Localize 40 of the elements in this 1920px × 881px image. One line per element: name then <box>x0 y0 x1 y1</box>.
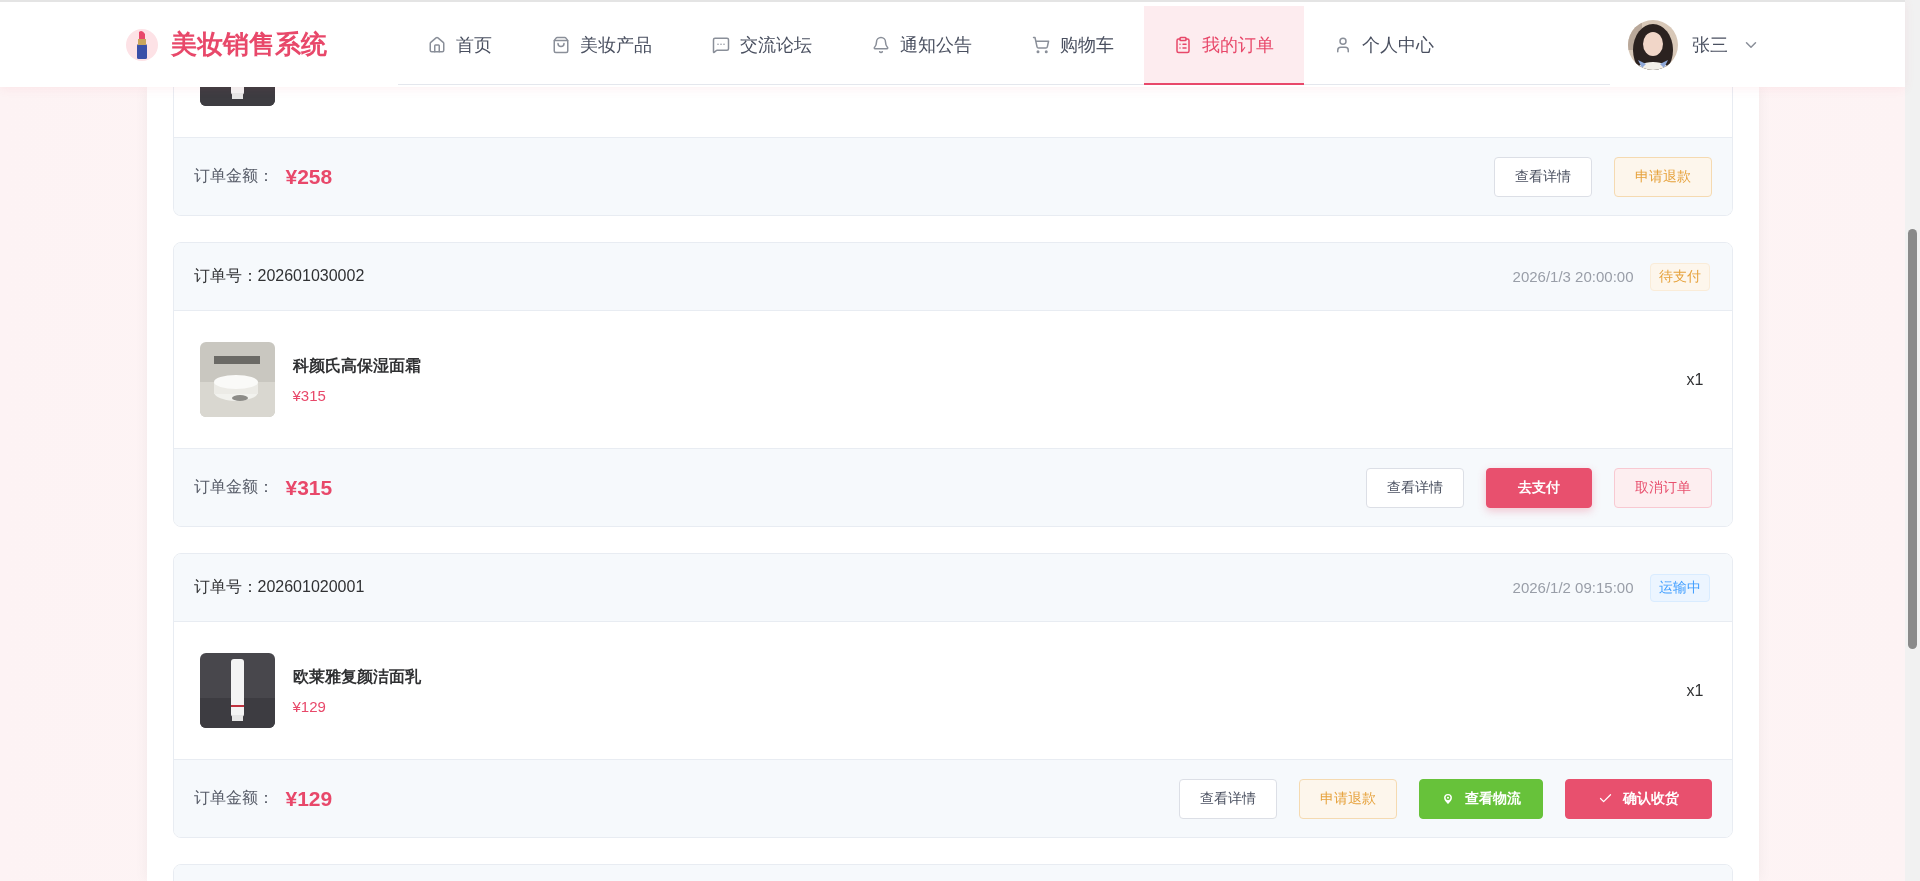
status-tag: 待支付 <box>1649 262 1710 291</box>
bag-icon <box>552 35 570 54</box>
user-icon <box>1334 35 1352 54</box>
nav-tab[interactable]: 美妆产品 <box>522 6 682 85</box>
order-number: 订单号：202601030002 <box>193 266 365 286</box>
order-number: 订单号：202601020001 <box>193 577 365 597</box>
nav-tab[interactable]: 首页 <box>398 6 522 85</box>
order-action-button[interactable]: 查看详情 <box>1365 467 1464 508</box>
order-total: ¥315 <box>285 475 333 500</box>
status-tag: 运输中 <box>1649 573 1710 602</box>
chat-icon <box>712 35 730 54</box>
quantity: x1 <box>1686 370 1704 389</box>
total-label: 订单金额： <box>193 477 274 497</box>
order-total: ¥129 <box>285 786 333 811</box>
nav-tab[interactable]: 购物车 <box>1002 6 1144 85</box>
bell-icon <box>872 35 890 54</box>
product-name: 科颜氏高保湿面霜 <box>292 355 421 376</box>
scrollbar[interactable] <box>1905 0 1920 881</box>
house-icon <box>428 35 446 54</box>
order-total: ¥258 <box>285 164 333 189</box>
site-title: 美妆销售系统 <box>171 28 327 61</box>
quantity: x1 <box>1686 681 1704 700</box>
order-action-button[interactable]: 确认收货 <box>1564 778 1712 819</box>
order-action-button[interactable]: 去支付 <box>1485 467 1592 508</box>
order-time: 2026/1/2 09:15:00 <box>1512 579 1634 596</box>
user-name[interactable]: 张三 <box>1692 32 1728 57</box>
order-action-button[interactable]: 查看详情 <box>1178 778 1277 819</box>
product-name: 欧莱雅复颜洁面乳 <box>292 666 421 687</box>
order-action-button[interactable]: 查看详情 <box>1493 156 1592 197</box>
lipstick-logo-icon <box>125 27 159 62</box>
total-label: 订单金额： <box>193 166 274 186</box>
nav-tab[interactable]: 交流论坛 <box>682 6 842 85</box>
total-label: 订单金额： <box>193 788 274 808</box>
product-price: ¥129 <box>292 697 327 715</box>
nav-tab[interactable]: 通知公告 <box>842 6 1002 85</box>
cart-icon <box>1032 35 1050 54</box>
product-price: ¥315 <box>292 386 327 404</box>
order-time: 2026/1/3 20:00:00 <box>1512 268 1634 285</box>
clipboard-icon <box>1174 35 1192 54</box>
nav-tab[interactable]: 个人中心 <box>1304 6 1464 85</box>
